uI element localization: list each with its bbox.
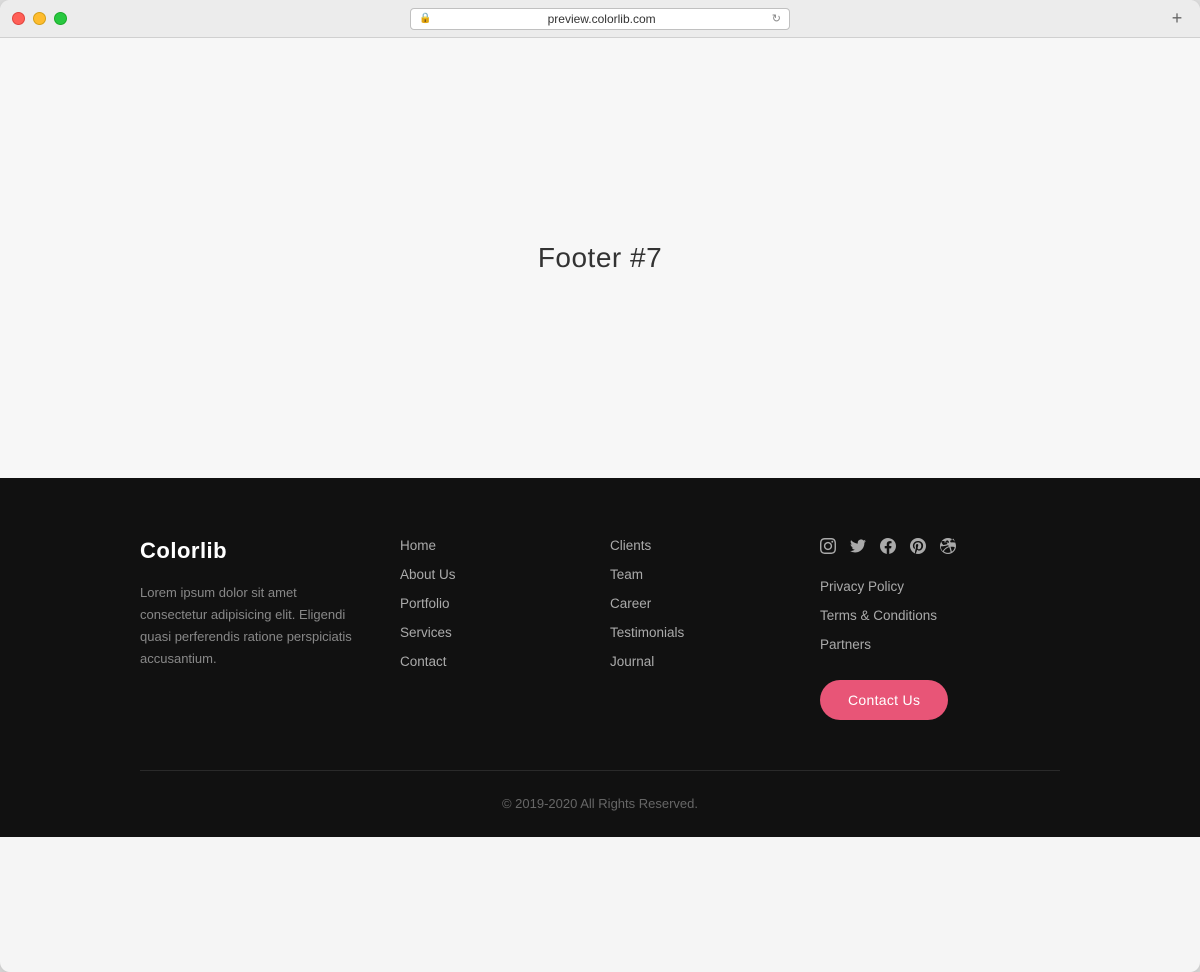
titlebar: 🔒 preview.colorlib.com ↻ + <box>0 0 1200 38</box>
close-button[interactable] <box>12 12 25 25</box>
brand-name: Colorlib <box>140 538 400 564</box>
nav-link-career[interactable]: Career <box>610 596 820 611</box>
pinterest-icon[interactable] <box>910 538 926 559</box>
instagram-icon[interactable] <box>820 538 836 559</box>
maximize-button[interactable] <box>54 12 67 25</box>
nav-link-clients[interactable]: Clients <box>610 538 820 553</box>
nav-link-about[interactable]: About Us <box>400 567 610 582</box>
footer-brand: Colorlib Lorem ipsum dolor sit amet cons… <box>140 538 400 720</box>
contact-us-button[interactable]: Contact Us <box>820 680 948 720</box>
page-content-area: Footer #7 <box>0 38 1200 478</box>
page-title: Footer #7 <box>538 242 662 274</box>
nav-link-contact[interactable]: Contact <box>400 654 610 669</box>
legal-link-terms[interactable]: Terms & Conditions <box>820 608 1060 623</box>
nav-link-testimonials[interactable]: Testimonials <box>610 625 820 640</box>
facebook-icon[interactable] <box>880 538 896 559</box>
footer-col-1: Home About Us Portfolio Services Contact <box>400 538 610 720</box>
twitter-icon[interactable] <box>850 538 866 559</box>
copyright-text: © 2019-2020 All Rights Reserved. <box>502 796 698 811</box>
nav-link-services[interactable]: Services <box>400 625 610 640</box>
browser-window: 🔒 preview.colorlib.com ↻ + Footer #7 Col… <box>0 0 1200 972</box>
footer-col-2: Clients Team Career Testimonials Journal <box>610 538 820 720</box>
nav-link-home[interactable]: Home <box>400 538 610 553</box>
footer-col-3: Privacy Policy Terms & Conditions Partne… <box>820 538 1060 720</box>
footer-top: Colorlib Lorem ipsum dolor sit amet cons… <box>140 538 1060 770</box>
address-bar[interactable]: 🔒 preview.colorlib.com ↻ <box>410 8 790 30</box>
refresh-icon[interactable]: ↻ <box>772 12 781 25</box>
footer-bottom: © 2019-2020 All Rights Reserved. <box>140 771 1060 837</box>
lock-icon: 🔒 <box>419 13 431 24</box>
legal-links: Privacy Policy Terms & Conditions Partne… <box>820 579 1060 652</box>
legal-link-partners[interactable]: Partners <box>820 637 1060 652</box>
legal-link-privacy[interactable]: Privacy Policy <box>820 579 1060 594</box>
new-tab-button[interactable]: + <box>1166 8 1188 30</box>
brand-description: Lorem ipsum dolor sit amet consectetur a… <box>140 582 360 670</box>
nav-link-team[interactable]: Team <box>610 567 820 582</box>
nav-link-journal[interactable]: Journal <box>610 654 820 669</box>
minimize-button[interactable] <box>33 12 46 25</box>
url-text: preview.colorlib.com <box>436 12 766 26</box>
dribbble-icon[interactable] <box>940 538 956 559</box>
footer: Colorlib Lorem ipsum dolor sit amet cons… <box>0 478 1200 837</box>
social-row <box>820 538 1060 559</box>
nav-link-portfolio[interactable]: Portfolio <box>400 596 610 611</box>
footer-inner: Colorlib Lorem ipsum dolor sit amet cons… <box>120 538 1080 837</box>
